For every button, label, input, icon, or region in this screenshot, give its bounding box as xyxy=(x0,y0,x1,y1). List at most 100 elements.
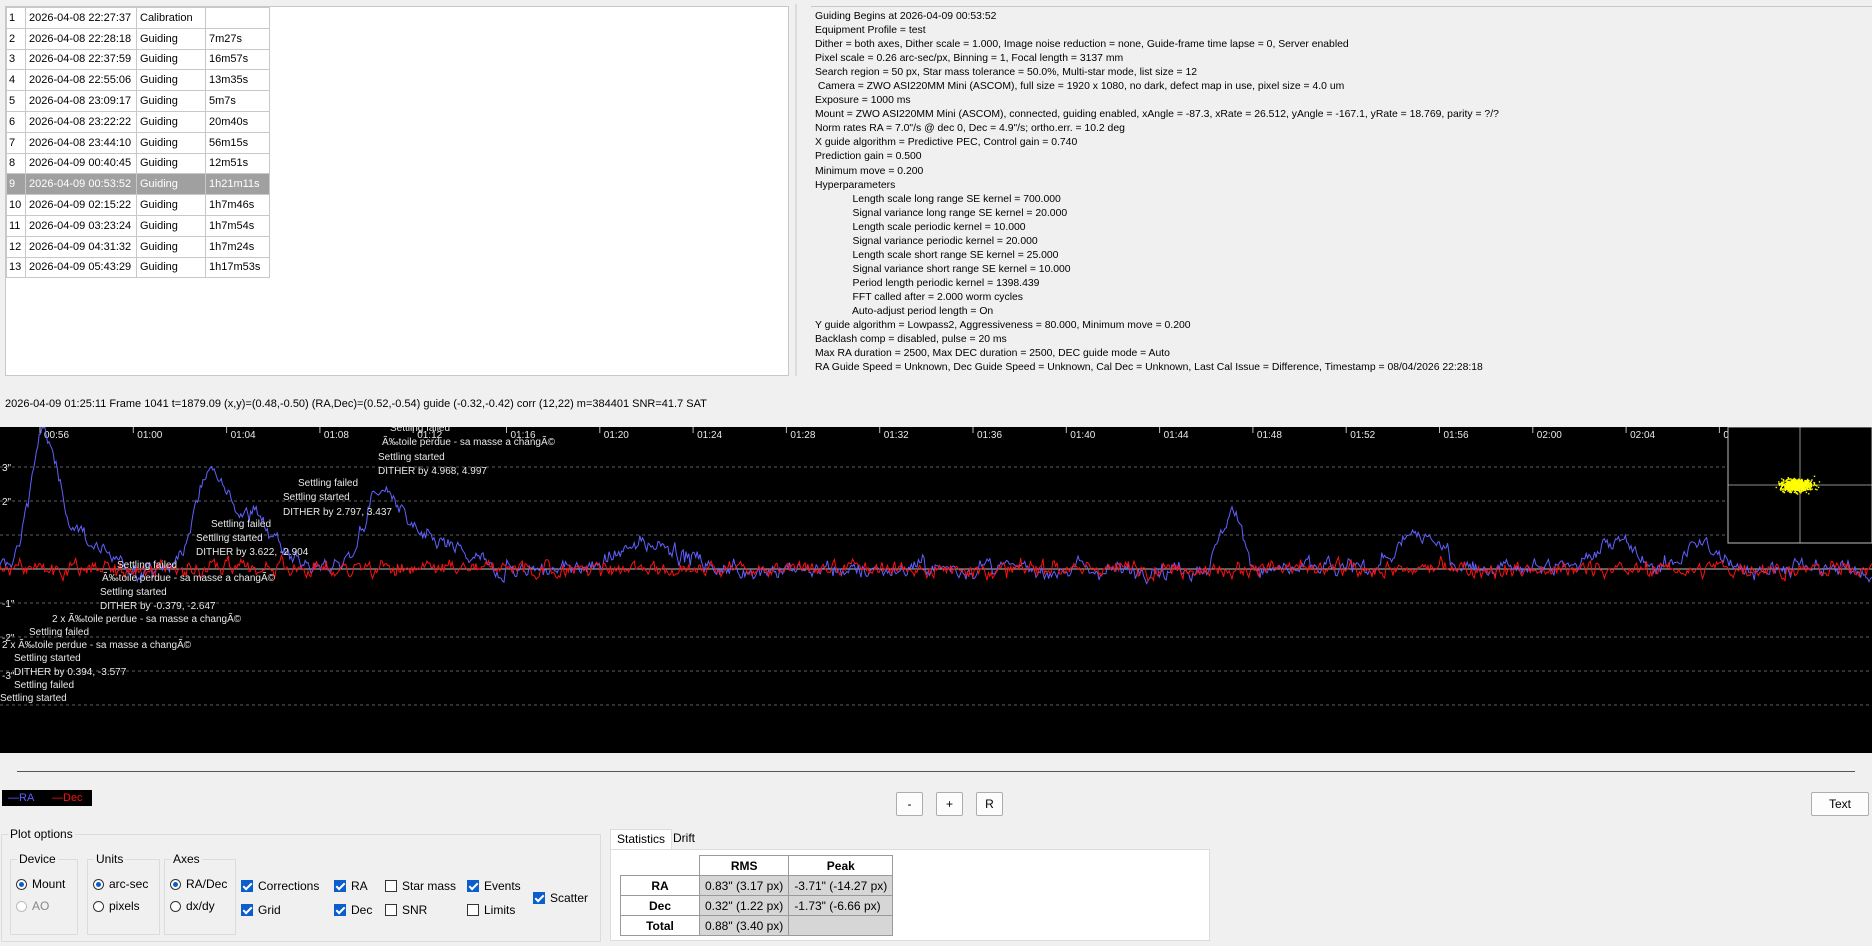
time-tick-label: 01:00 xyxy=(137,430,162,441)
scatter-point xyxy=(1817,486,1820,489)
axes-dxdy-radio[interactable]: dx/dy xyxy=(170,899,215,913)
session-cell-type: Guiding xyxy=(136,69,206,92)
limits-label: Limits xyxy=(484,903,516,917)
session-cell-type: Guiding xyxy=(136,131,206,154)
session-cell-date: 2026-04-08 22:37:59 xyxy=(25,48,137,71)
star-mass-checkbox[interactable]: Star mass xyxy=(385,879,456,893)
radio-unselected-icon xyxy=(170,900,181,912)
grid-checkbox[interactable]: Grid xyxy=(241,903,281,917)
scatter-point xyxy=(1813,484,1815,487)
graph-scrollbar[interactable] xyxy=(17,771,1855,772)
scatter-point xyxy=(1809,483,1812,485)
session-cell-type: Guiding xyxy=(136,152,206,175)
session-row[interactable]: 12 2026-04-09 04:31:32 Guiding 1h7m24s xyxy=(6,235,270,258)
scatter-point xyxy=(1780,482,1783,484)
text-button[interactable]: Text xyxy=(1811,792,1869,816)
scatter-point xyxy=(1781,488,1784,491)
info-line: Auto-adjust period length = On xyxy=(815,305,994,317)
y-axis-label: 2" xyxy=(2,497,12,508)
session-cell-n: 7 xyxy=(6,131,26,154)
session-cell-n: 12 xyxy=(6,235,26,258)
stats-dec-rms: 0.32" (1.22 px) xyxy=(698,895,790,916)
scatter-point xyxy=(1813,483,1816,485)
events-checkbox[interactable]: Events xyxy=(467,879,521,893)
zoom-in-button[interactable]: + xyxy=(936,792,963,816)
scatter-point xyxy=(1799,479,1801,481)
time-tick-label: 01:24 xyxy=(697,430,722,441)
corrections-label: Corrections xyxy=(258,879,320,893)
scatter-point xyxy=(1804,486,1806,489)
scatter-point xyxy=(1794,478,1797,481)
session-cell-dur: 7m27s xyxy=(205,27,270,50)
info-line: RA Guide Speed = Unknown, Dec Guide Spee… xyxy=(815,362,1483,374)
scatter-point xyxy=(1789,478,1791,480)
session-row[interactable]: 6 2026-04-08 23:22:22 Guiding 20m40s xyxy=(6,110,270,133)
units-arcsec-radio[interactable]: arc-sec xyxy=(93,877,148,891)
event-annotation: Ã‰toile perdue - sa masse a changÃ© xyxy=(382,435,556,448)
session-row[interactable]: 11 2026-04-09 03:23:24 Guiding 1h7m54s xyxy=(6,214,270,237)
info-line: Signal variance long range SE kernel = 2… xyxy=(815,207,1068,219)
session-row[interactable]: 2 2026-04-08 22:28:18 Guiding 7m27s xyxy=(6,27,270,50)
scatter-checkbox[interactable]: Scatter xyxy=(533,891,588,905)
session-row[interactable]: 10 2026-04-09 02:15:22 Guiding 1h7m46s xyxy=(6,194,270,216)
scatter-point xyxy=(1813,481,1815,484)
corrections-checkbox[interactable]: Corrections xyxy=(241,879,319,893)
tab-drift[interactable]: Drift xyxy=(667,829,701,849)
session-row[interactable]: 1 2026-04-08 22:27:37 Calibration xyxy=(6,7,270,29)
radio-selected-icon xyxy=(170,878,181,890)
session-cell-date: 2026-04-09 04:31:32 xyxy=(25,235,137,258)
dec-checkbox[interactable]: Dec xyxy=(334,903,372,917)
event-annotation: Settling failed xyxy=(29,627,89,638)
session-cell-n: 2 xyxy=(6,27,26,50)
axes-group: Axes RA/Dec dx/dy xyxy=(164,852,236,935)
guide-graph[interactable]: 00:56 01:00 01:04 01:08 01:12 01:16 01:20 01:24… xyxy=(0,427,1872,753)
session-row[interactable]: 7 2026-04-08 23:44:10 Guiding 56m15s xyxy=(6,131,270,154)
tab-statistics[interactable]: Statistics xyxy=(610,829,673,850)
scatter-point xyxy=(1798,488,1800,490)
scatter-point xyxy=(1801,488,1804,490)
time-tick-label: 02:00 xyxy=(1537,430,1562,441)
scatter-point xyxy=(1803,482,1805,484)
units-pixels-radio[interactable]: pixels xyxy=(93,899,140,913)
session-row[interactable]: 8 2026-04-09 00:40:45 Guiding 12m51s xyxy=(6,152,270,175)
session-row[interactable]: 4 2026-04-08 22:55:06 Guiding 13m35s xyxy=(6,69,270,92)
session-cell-dur: 5m7s xyxy=(205,90,270,112)
scatter-point xyxy=(1808,493,1810,495)
event-annotation: Settling started xyxy=(196,533,263,544)
radio-selected-icon xyxy=(16,878,27,890)
statistics-panel: RMS Peak RA 0.83" (3.17 px) -3.71" (-14.… xyxy=(610,849,1210,941)
info-line: Prediction gain = 0.500 xyxy=(815,151,922,163)
ra-checkbox[interactable]: RA xyxy=(334,879,368,893)
session-row[interactable]: 5 2026-04-08 23:09:17 Guiding 5m7s xyxy=(6,90,270,112)
reset-button[interactable]: R xyxy=(976,792,1003,816)
snr-checkbox[interactable]: SNR xyxy=(385,903,427,917)
session-cell-date: 2026-04-08 23:09:17 xyxy=(25,90,137,112)
scatter-point xyxy=(1797,479,1799,481)
session-row[interactable]: 13 2026-04-09 05:43:29 Guiding 1h17m53s xyxy=(6,256,270,279)
scatter-point xyxy=(1805,491,1808,494)
scatter-point xyxy=(1811,479,1813,481)
stats-row-total: Total 0.88" (3.40 px) xyxy=(620,915,894,936)
session-row[interactable]: 3 2026-04-08 22:37:59 Guiding 16m57s xyxy=(6,48,270,71)
session-list-panel: 1 2026-04-08 22:27:37 Calibration 2 2026-04-… xyxy=(5,6,789,376)
event-annotation: Settling failed xyxy=(14,680,74,691)
stats-header-rms: RMS xyxy=(698,855,790,876)
panel-splitter[interactable] xyxy=(795,4,797,376)
stats-row-dec: Dec 0.32" (1.22 px) -1.73" (-6.66 px) xyxy=(620,895,894,916)
axes-radec-radio[interactable]: RA/Dec xyxy=(170,877,227,891)
zoom-out-button[interactable]: - xyxy=(896,792,923,816)
event-annotation: Ã‰toile perdue - sa masse a changÃ© xyxy=(102,571,276,584)
checkbox-unchecked-icon xyxy=(385,904,397,916)
stats-label-dec: Dec xyxy=(620,895,700,916)
radio-unselected-icon xyxy=(93,900,104,912)
stats-total-peak xyxy=(788,915,894,936)
session-cell-dur: 20m40s xyxy=(205,110,270,133)
info-line: Mount = ZWO ASI220MM Mini (ASCOM), conne… xyxy=(815,109,1499,121)
device-mount-radio[interactable]: Mount xyxy=(16,877,65,891)
session-row[interactable]: 9 2026-04-09 00:53:52 Guiding 1h21m11s xyxy=(6,173,270,196)
event-annotation: Settling started xyxy=(0,693,67,704)
limits-checkbox[interactable]: Limits xyxy=(467,903,515,917)
axes-radec-label: RA/Dec xyxy=(186,877,228,891)
scatter-point xyxy=(1790,480,1793,482)
event-annotation: Settling started xyxy=(14,653,81,664)
